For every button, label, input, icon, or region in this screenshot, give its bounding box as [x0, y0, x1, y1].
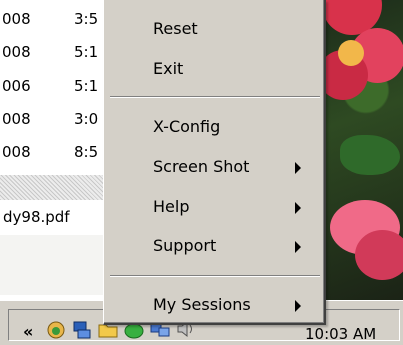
menu-item-label: Support [153, 236, 217, 255]
menu-item-exit[interactable]: Exit [104, 51, 322, 89]
year-cell: 006 [2, 77, 31, 95]
tray-context-menu: Reset Exit X-Config Screen Shot Help Sup… [103, 0, 326, 325]
menu-item-support[interactable]: Support [104, 228, 322, 266]
list-item[interactable]: 006 5:1 [0, 71, 110, 101]
filename-label[interactable]: dy98.pdf [3, 208, 70, 226]
list-item[interactable]: 008 8:5 [0, 137, 110, 167]
year-cell: 008 [2, 143, 31, 161]
menu-item-label: Screen Shot [153, 157, 250, 176]
menu-item-x-config[interactable]: X-Config [104, 109, 322, 147]
menu-item-screen-shot[interactable]: Screen Shot [104, 149, 322, 187]
hand-icon[interactable] [45, 318, 67, 340]
flower-center [338, 40, 364, 66]
year-cell: 008 [2, 110, 31, 128]
list-item[interactable]: 008 3:5 [0, 4, 110, 34]
menu-item-reset[interactable]: Reset [104, 11, 322, 49]
menu-item-help[interactable]: Help [104, 189, 322, 227]
submenu-arrow-icon [295, 300, 301, 312]
time-cell: 5:1 [74, 43, 99, 61]
menu-item-my-sessions[interactable]: My Sessions [104, 287, 322, 325]
menu-separator [110, 96, 320, 98]
menu-separator [110, 275, 320, 277]
menu-item-label: My Sessions [153, 295, 251, 314]
time-cell: 8:5 [74, 143, 99, 161]
leaf [340, 135, 400, 175]
menu-item-label: X-Config [153, 117, 221, 136]
time-cell: 3:5 [74, 10, 99, 28]
time-cell: 5:1 [74, 77, 99, 95]
submenu-arrow-icon [295, 241, 301, 253]
year-cell: 008 [2, 43, 31, 61]
menu-item-label: Help [153, 197, 190, 216]
flower-petal [355, 230, 403, 280]
show-hidden-icons-chevron-icon[interactable]: « [23, 322, 33, 341]
time-cell: 3:0 [74, 110, 99, 128]
menu-item-label: Exit [153, 59, 184, 78]
submenu-arrow-icon [295, 202, 301, 214]
list-item[interactable]: 008 5:1 [0, 37, 110, 67]
list-item[interactable]: 008 3:0 [0, 104, 110, 134]
taskbar-clock[interactable]: 10:03 AM [305, 325, 376, 343]
menu-item-label: Reset [153, 19, 198, 38]
submenu-arrow-icon [295, 162, 301, 174]
year-cell: 008 [2, 10, 31, 28]
network-icon[interactable] [71, 318, 93, 340]
